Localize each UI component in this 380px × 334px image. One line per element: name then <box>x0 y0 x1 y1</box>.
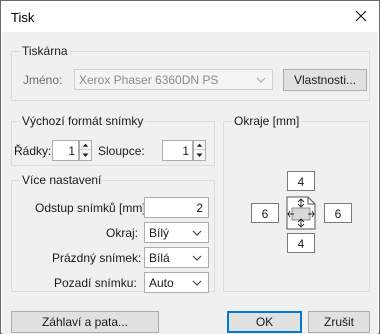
background-label: Pozadí snímku: <box>54 276 137 290</box>
columns-label: Sloupce: <box>98 144 145 158</box>
gap-label: Odstup snímků [mm]: <box>35 201 150 215</box>
dialog-content: Tiskárna Jméno: Xerox Phaser 6360DN PS V… <box>2 32 378 334</box>
gap-value: 2 <box>196 201 203 215</box>
background-select[interactable]: Auto <box>144 272 209 293</box>
cancel-button[interactable]: Zrušit <box>308 311 370 333</box>
margin-bottom-value: 4 <box>297 237 305 251</box>
rows-value: 1 <box>68 144 75 158</box>
gap-input[interactable]: 2 <box>144 197 209 218</box>
margin-left-input[interactable]: 6 <box>251 203 279 223</box>
spin-up-icon[interactable] <box>194 141 205 150</box>
close-button[interactable] <box>350 5 372 27</box>
title-bar: Tisk <box>2 2 378 32</box>
ok-button[interactable]: OK <box>227 311 302 333</box>
margin-top-value: 4 <box>297 175 305 189</box>
border-label: Okraj: <box>106 226 139 240</box>
printer-name-label: Jméno: <box>23 73 63 87</box>
border-value: Bílý <box>149 226 170 240</box>
spin-up-icon[interactable] <box>80 141 91 150</box>
empty-slide-select[interactable]: Bílá <box>144 247 209 268</box>
format-legend: Výchozí formát snímky <box>20 114 146 128</box>
rows-stepper[interactable]: 1 <box>52 140 92 161</box>
margin-right-value: 6 <box>334 207 342 221</box>
spin-down-icon[interactable] <box>194 151 205 160</box>
printer-name-value: Xerox Phaser 6360DN PS <box>79 73 219 87</box>
rows-label: Řádky: <box>14 144 52 158</box>
chevron-down-icon <box>192 230 202 236</box>
properties-button[interactable]: Vlastnosti... <box>283 69 367 91</box>
header-footer-button[interactable]: Záhlaví a pata... <box>11 311 159 333</box>
empty-slide-label: Prázdný snímek: <box>52 251 142 265</box>
chevron-down-icon <box>192 255 202 261</box>
window-title: Tisk <box>11 10 35 25</box>
margin-bottom-input[interactable]: 4 <box>287 233 315 253</box>
margin-left-value: 6 <box>261 207 269 221</box>
print-dialog: Tisk Tiskárna Jméno: Xerox Phaser 6360DN… <box>0 0 380 334</box>
margins-legend: Okraje [mm] <box>232 114 302 128</box>
chevron-down-icon <box>192 280 202 286</box>
empty-slide-value: Bílá <box>149 251 170 265</box>
border-select[interactable]: Bílý <box>144 222 209 243</box>
margin-top-input[interactable]: 4 <box>287 171 315 191</box>
printer-name-select[interactable]: Xerox Phaser 6360DN PS <box>74 69 273 90</box>
chevron-down-icon <box>256 77 266 83</box>
spin-down-icon[interactable] <box>80 151 91 160</box>
columns-value: 1 <box>182 144 189 158</box>
margin-right-input[interactable]: 6 <box>324 203 352 223</box>
background-value: Auto <box>149 276 174 290</box>
page-margins-icon <box>286 196 316 230</box>
printer-legend: Tiskárna <box>20 44 70 58</box>
columns-stepper[interactable]: 1 <box>162 140 206 161</box>
close-icon <box>355 10 367 22</box>
more-settings-legend: Více nastavení <box>20 173 104 187</box>
